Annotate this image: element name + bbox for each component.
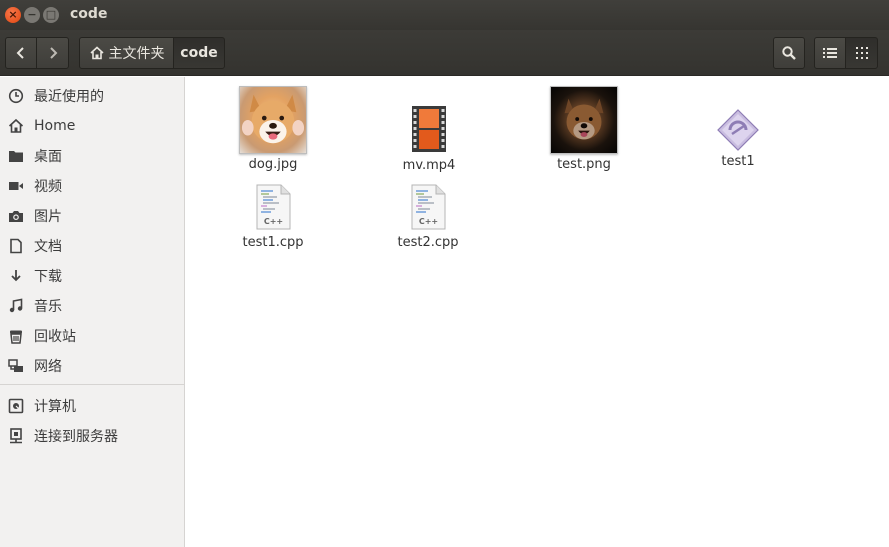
sidebar-item-computer[interactable]: 计算机 <box>0 391 184 421</box>
download-icon <box>8 268 24 284</box>
sidebar-divider <box>0 384 184 385</box>
cpp-badge: C++ <box>264 217 283 226</box>
file-name: dog.jpg <box>248 157 298 172</box>
file-view: dog.jpg mv.mp4 test.png test1 C++ test1.… <box>186 77 889 547</box>
home-icon <box>8 118 24 134</box>
list-icon <box>823 48 837 58</box>
image-thumbnail <box>239 86 307 154</box>
sidebar-item-recent[interactable]: 最近使用的 <box>0 81 184 111</box>
music-icon <box>8 298 24 314</box>
back-button[interactable] <box>5 37 37 69</box>
computer-icon <box>8 398 24 414</box>
executable-icon <box>717 109 759 151</box>
file-manager-window: × − □ code 主文件夹 code 最近使用的 Home 桌面 视频 图片… <box>0 0 889 547</box>
sidebar-item-label: 连接到服务器 <box>34 429 118 445</box>
file-item[interactable]: mv.mp4 <box>369 105 489 173</box>
sidebar-item-trash[interactable]: 回收站 <box>0 321 184 351</box>
search-icon <box>782 46 796 60</box>
cpp-file-icon: C++ <box>256 184 291 230</box>
search-button[interactable] <box>773 37 805 69</box>
sidebar-item-connect-server[interactable]: 连接到服务器 <box>0 421 184 451</box>
sidebar-item-label: 下载 <box>34 269 62 285</box>
sidebar-item-label: 文档 <box>34 239 62 255</box>
file-name: test.png <box>557 157 611 172</box>
maximize-window-button[interactable]: □ <box>43 7 59 23</box>
sidebar-item-label: 视频 <box>34 179 62 195</box>
file-item[interactable]: dog.jpg <box>213 86 333 172</box>
toolbar: 主文件夹 code <box>0 30 889 76</box>
breadcrumb-home-label: 主文件夹 <box>108 46 165 62</box>
file-item[interactable]: test1 <box>678 108 798 169</box>
sidebar-item-home[interactable]: Home <box>0 111 184 141</box>
clock-icon <box>8 88 24 104</box>
window-title: code <box>70 6 108 22</box>
image-thumbnail <box>550 86 618 154</box>
sidebar-item-label: 图片 <box>34 209 62 225</box>
server-icon <box>8 428 24 444</box>
chevron-left-icon <box>16 47 24 59</box>
home-icon <box>89 46 104 60</box>
video-file-icon <box>412 106 446 152</box>
chevron-right-icon <box>49 47 57 59</box>
sidebar-item-network[interactable]: 网络 <box>0 351 184 381</box>
minimize-window-button[interactable]: − <box>24 7 40 23</box>
sidebar: 最近使用的 Home 桌面 视频 图片 文档 下载 音乐 回收站 网络 计算机 … <box>0 77 185 547</box>
sidebar-item-documents[interactable]: 文档 <box>0 231 184 261</box>
cpp-file-icon: C++ <box>411 184 446 230</box>
cpp-badge: C++ <box>419 217 438 226</box>
file-item[interactable]: C++ test2.cpp <box>368 184 488 250</box>
file-item[interactable]: C++ test1.cpp <box>213 184 333 250</box>
file-name: test2.cpp <box>397 235 459 250</box>
document-icon <box>8 238 24 254</box>
list-view-button[interactable] <box>814 37 846 69</box>
sidebar-item-label: 音乐 <box>34 299 62 315</box>
sidebar-item-label: 回收站 <box>34 329 76 345</box>
file-name: test1 <box>721 154 755 169</box>
sidebar-item-label: 最近使用的 <box>34 89 104 105</box>
sidebar-item-videos[interactable]: 视频 <box>0 171 184 201</box>
sidebar-item-label: 计算机 <box>34 399 76 415</box>
sidebar-item-label: Home <box>34 118 76 134</box>
breadcrumb-current-label: code <box>180 45 218 61</box>
forward-button[interactable] <box>36 37 69 69</box>
trash-icon <box>8 328 24 344</box>
sidebar-item-pictures[interactable]: 图片 <box>0 201 184 231</box>
breadcrumb-current[interactable]: code <box>173 37 225 69</box>
sidebar-item-downloads[interactable]: 下载 <box>0 261 184 291</box>
grid-icon <box>855 47 868 59</box>
file-name: mv.mp4 <box>402 158 456 173</box>
sidebar-item-label: 网络 <box>34 359 62 375</box>
close-window-button[interactable]: × <box>5 7 21 23</box>
network-icon <box>8 358 24 374</box>
title-bar: × − □ code <box>0 0 889 30</box>
sidebar-item-desktop[interactable]: 桌面 <box>0 141 184 171</box>
folder-icon <box>8 148 24 164</box>
file-item[interactable]: test.png <box>524 86 644 172</box>
grid-view-button[interactable] <box>845 37 878 69</box>
camera-icon <box>8 208 24 224</box>
breadcrumb-home[interactable]: 主文件夹 <box>79 37 174 69</box>
sidebar-item-label: 桌面 <box>34 149 62 165</box>
video-icon <box>8 178 24 194</box>
sidebar-item-music[interactable]: 音乐 <box>0 291 184 321</box>
file-name: test1.cpp <box>242 235 304 250</box>
